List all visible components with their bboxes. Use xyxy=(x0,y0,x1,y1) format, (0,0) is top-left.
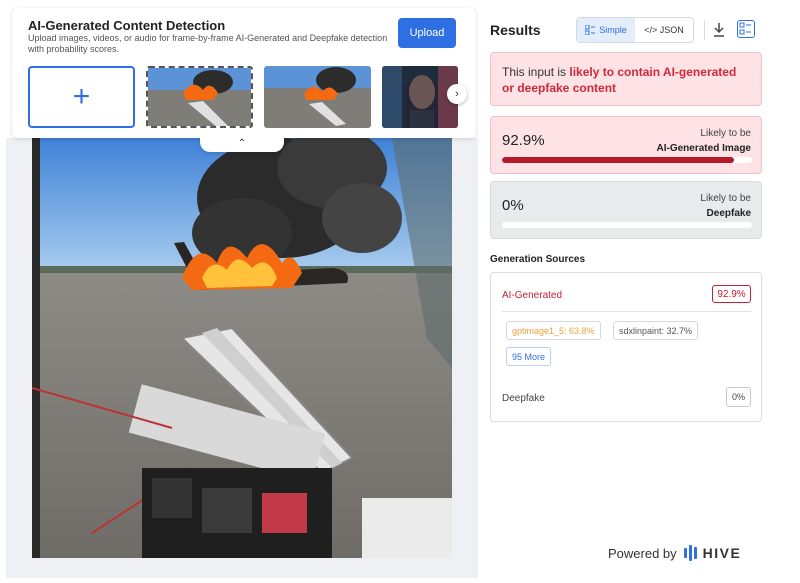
deepfake-label: Deepfake xyxy=(502,393,545,404)
view-toggle: Simple </> JSON xyxy=(576,17,694,43)
generation-sources-title: Generation Sources xyxy=(490,254,586,265)
toolbar-divider xyxy=(704,20,705,40)
deepfake-score-label-bottom: Deepfake xyxy=(706,208,751,219)
source-chip: gptimage1_5: 63.8% xyxy=(506,321,601,340)
chevron-up-icon: ⌃ xyxy=(237,137,247,149)
verdict-banner: This input is likely to contain AI-gener… xyxy=(490,52,762,106)
media-thumbnail[interactable] xyxy=(146,66,253,128)
deepfake-score-bar xyxy=(502,222,752,228)
deepfake-value-badge: 0% xyxy=(726,387,751,407)
ai-score-bar-fill xyxy=(502,157,735,163)
add-media-button[interactable]: + xyxy=(28,66,135,128)
hive-logo-icon xyxy=(683,545,697,561)
ai-generated-score-card: 92.9% Likely to be AI-Generated Image xyxy=(490,116,762,174)
media-thumbnail[interactable] xyxy=(264,66,371,128)
page-subtitle: Upload images, videos, or audio for fram… xyxy=(28,33,388,54)
ai-score-label: Likely to be AI-Generated Image xyxy=(657,126,751,156)
deepfake-score-card: 0% Likely to be Deepfake xyxy=(490,181,762,239)
view-json-label: </> JSON xyxy=(644,25,684,35)
ai-score-label-top: Likely to be xyxy=(700,128,751,139)
generation-sources-card: AI-Generated 92.9% gptimage1_5: 63.8% sd… xyxy=(490,272,762,422)
deepfake-score-label-top: Likely to be xyxy=(700,193,751,204)
more-sources-button[interactable]: 95 More xyxy=(506,347,552,366)
deepfake-score-label: Likely to be Deepfake xyxy=(700,191,751,221)
results-title: Results xyxy=(490,22,541,38)
plus-icon: + xyxy=(72,80,91,113)
next-thumbnails-button[interactable]: › xyxy=(447,84,467,104)
source-chip: sdxlinpaint: 32.7% xyxy=(613,321,699,340)
ai-score-bar xyxy=(502,157,752,163)
ai-generated-value-badge: 92.9% xyxy=(712,285,751,303)
collapse-thumbnails-button[interactable]: ⌃ xyxy=(200,134,284,152)
view-simple-label: Simple xyxy=(599,25,627,35)
ai-score-label-bottom: AI-Generated Image xyxy=(656,143,751,154)
view-simple-tab[interactable]: Simple xyxy=(577,18,635,42)
main-preview-image xyxy=(32,138,452,558)
upload-button[interactable]: Upload xyxy=(398,18,456,48)
powered-by-footer: Powered by HIVE xyxy=(608,545,741,561)
layout-toggle-icon[interactable] xyxy=(737,20,755,38)
list-icon xyxy=(585,25,596,35)
page-title: AI-Generated Content Detection xyxy=(28,18,226,33)
download-icon[interactable] xyxy=(711,21,727,39)
view-json-tab[interactable]: </> JSON xyxy=(635,18,693,42)
verdict-prefix: This input is xyxy=(502,65,570,79)
ai-generated-label: AI-Generated xyxy=(502,290,563,301)
sources-divider xyxy=(502,311,751,312)
powered-by-text: Powered by xyxy=(608,545,677,561)
hive-brand: HIVE xyxy=(702,545,742,561)
deepfake-score-percent: 0% xyxy=(502,197,524,214)
ai-score-percent: 92.9% xyxy=(502,132,545,149)
chevron-right-icon: › xyxy=(455,88,459,100)
